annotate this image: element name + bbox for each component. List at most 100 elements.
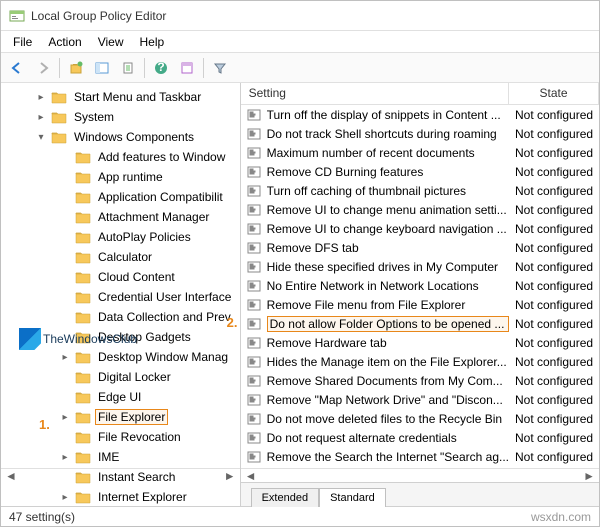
policy-row[interactable]: Remove UI to change keyboard navigation …	[241, 219, 599, 238]
column-state[interactable]: State	[509, 83, 599, 104]
scroll-left-icon[interactable]: ◄	[1, 469, 118, 482]
policy-row[interactable]: Do not track Shell shortcuts during roam…	[241, 124, 599, 143]
tree-node[interactable]: ▸System	[1, 107, 240, 127]
tree-node[interactable]: ▸Cloud Content	[1, 267, 240, 287]
tree-node[interactable]: ▸AutoPlay Policies	[1, 227, 240, 247]
tree-node[interactable]: ▸IME	[1, 447, 240, 467]
tree-node[interactable]: ▸App runtime	[1, 167, 240, 187]
policy-label: Do not track Shell shortcuts during roam…	[267, 127, 509, 141]
tree-label: Windows Components	[71, 129, 197, 145]
tree-label: Calculator	[95, 249, 155, 265]
tree-node[interactable]: ▸Application Compatibilit	[1, 187, 240, 207]
caret-icon[interactable]: ▸	[59, 452, 71, 463]
titlebar: Local Group Policy Editor	[1, 1, 599, 31]
policy-row[interactable]: Remove the Search the Internet "Search a…	[241, 447, 599, 466]
policy-state: Not configured	[509, 165, 599, 179]
tree-node[interactable]: ▸Data Collection and Prev	[1, 307, 240, 327]
tree-node[interactable]: ▸Desktop Gadgets	[1, 327, 240, 347]
scroll-left-icon[interactable]: ◄	[241, 469, 418, 482]
up-button[interactable]	[64, 56, 88, 80]
policy-row[interactable]: Do not request alternate credentialsNot …	[241, 428, 599, 447]
policy-row[interactable]: Remove "Map Network Drive" and "Discon..…	[241, 390, 599, 409]
policy-label: Turn off caching of thumbnail pictures	[267, 184, 509, 198]
properties-button[interactable]	[175, 56, 199, 80]
tree-node[interactable]: ▸Desktop Window Manag	[1, 347, 240, 367]
tree-node[interactable]: ▸Digital Locker	[1, 367, 240, 387]
policy-label: Remove UI to change keyboard navigation …	[267, 222, 509, 236]
policy-row[interactable]: Maximum number of recent documentsNot co…	[241, 143, 599, 162]
policy-row[interactable]: Hide these specified drives in My Comput…	[241, 257, 599, 276]
policy-label: Remove the Search the Internet "Search a…	[267, 450, 509, 464]
policy-label: Do not move deleted files to the Recycle…	[267, 412, 509, 426]
scroll-right-icon[interactable]: ►	[418, 469, 599, 482]
tree-label: Desktop Gadgets	[95, 329, 194, 345]
show-hide-tree-button[interactable]	[90, 56, 114, 80]
export-button[interactable]	[116, 56, 140, 80]
policy-row[interactable]: Do not move deleted files to the Recycle…	[241, 409, 599, 428]
tab-extended[interactable]: Extended	[251, 488, 319, 507]
policy-row[interactable]: No Entire Network in Network LocationsNo…	[241, 276, 599, 295]
policy-row[interactable]: Turn off the display of snippets in Cont…	[241, 105, 599, 124]
tree-node[interactable]: ▸Credential User Interface	[1, 287, 240, 307]
forward-button[interactable]	[31, 56, 55, 80]
policy-state: Not configured	[509, 241, 599, 255]
menu-file[interactable]: File	[5, 33, 40, 51]
filter-button[interactable]	[208, 56, 232, 80]
policy-state: Not configured	[509, 412, 599, 426]
column-header: Setting State	[241, 83, 599, 105]
policy-row[interactable]: Remove CD Burning featuresNot configured	[241, 162, 599, 181]
policy-state: Not configured	[509, 203, 599, 217]
tab-standard[interactable]: Standard	[319, 488, 386, 507]
tree-label: Add features to Window	[95, 149, 228, 165]
policy-row[interactable]: Remove File menu from File ExplorerNot c…	[241, 295, 599, 314]
policy-row[interactable]: Turn off caching of thumbnail picturesNo…	[241, 181, 599, 200]
menu-action[interactable]: Action	[40, 33, 89, 51]
list-hscroll[interactable]: ◄ ►	[241, 468, 599, 482]
caret-icon[interactable]: ▸	[35, 112, 47, 123]
policy-row[interactable]: Hides the Manage item on the File Explor…	[241, 352, 599, 371]
menu-view[interactable]: View	[90, 33, 132, 51]
tree-label: Data Collection and Prev	[95, 309, 234, 325]
tree-node[interactable]: ▸File Explorer	[1, 407, 240, 427]
tree-hscroll[interactable]: ◄ ►	[1, 468, 240, 482]
tree-node[interactable]: ▾ Windows Components	[1, 127, 240, 147]
help-button[interactable]: ?	[149, 56, 173, 80]
policy-row[interactable]: Remove Hardware tabNot configured	[241, 333, 599, 352]
policy-row[interactable]: Do not allow Folder Options to be opened…	[241, 314, 599, 333]
tree-node[interactable]: ▸ Internet Explorer	[1, 487, 240, 506]
tree-label: Credential User Interface	[95, 289, 234, 305]
menu-help[interactable]: Help	[132, 33, 173, 51]
policy-row[interactable]: Remove DFS tabNot configured	[241, 238, 599, 257]
tree-node[interactable]: ▸File Revocation	[1, 427, 240, 447]
caret-icon[interactable]: ▸	[59, 492, 71, 503]
tree-node[interactable]: ▸Calculator	[1, 247, 240, 267]
policy-state: Not configured	[509, 127, 599, 141]
toolbar: ?	[1, 53, 599, 83]
tree-node[interactable]: ▸Attachment Manager	[1, 207, 240, 227]
policy-row[interactable]: Remove UI to change menu animation setti…	[241, 200, 599, 219]
tree-node[interactable]: ▸ Start Menu and Taskbar	[1, 87, 240, 107]
scroll-right-icon[interactable]: ►	[118, 469, 239, 482]
policy-state: Not configured	[509, 355, 599, 369]
policy-label: Remove CD Burning features	[267, 165, 509, 179]
tree-label: Start Menu and Taskbar	[71, 89, 204, 105]
back-button[interactable]	[5, 56, 29, 80]
tree-node[interactable]: ▸Add features to Window	[1, 147, 240, 167]
policy-row[interactable]: Remove Shared Documents from My Com...No…	[241, 371, 599, 390]
policy-label: Turn off the display of snippets in Cont…	[267, 108, 509, 122]
tree-node[interactable]: ▸Edge UI	[1, 387, 240, 407]
tree-label: Internet Explorer	[95, 489, 190, 505]
policy-label: Remove UI to change menu animation setti…	[267, 203, 509, 217]
tree-label: Edge UI	[95, 389, 144, 405]
column-setting[interactable]: Setting	[241, 83, 509, 104]
policy-state: Not configured	[509, 222, 599, 236]
policy-state: Not configured	[509, 317, 599, 331]
caret-icon[interactable]: ▸	[35, 92, 47, 103]
policy-label: No Entire Network in Network Locations	[267, 279, 509, 293]
policy-label: Hide these specified drives in My Comput…	[267, 260, 509, 274]
caret-icon[interactable]: ▸	[59, 412, 71, 423]
caret-icon[interactable]: ▾	[35, 132, 47, 143]
caret-icon[interactable]: ▸	[59, 352, 71, 363]
menubar: File Action View Help	[1, 31, 599, 53]
svg-text:?: ?	[157, 61, 164, 74]
